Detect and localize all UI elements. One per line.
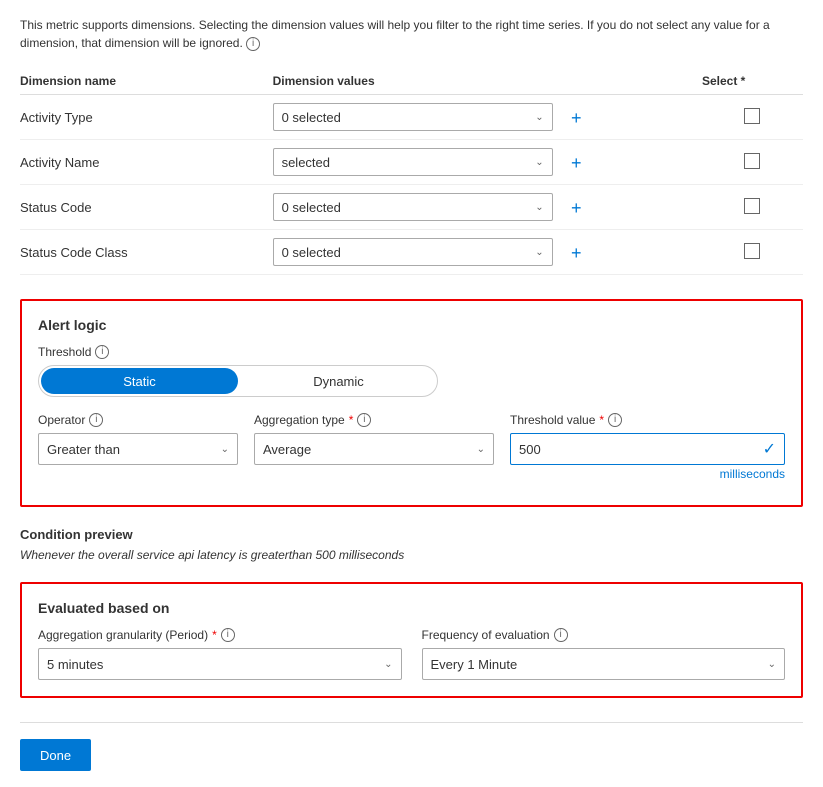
dim-add-btn-0[interactable]: + (564, 106, 588, 130)
dim-checkbox-2[interactable] (744, 198, 760, 214)
dim-dropdown-2[interactable]: 0 selected ⌄ (273, 193, 553, 221)
threshold-input-wrapper: ✓ (510, 433, 785, 465)
frequency-info-icon[interactable]: i (554, 628, 568, 642)
table-row: Status Code Class 0 selected ⌄ + (20, 230, 803, 275)
table-row: Activity Name selected ⌄ + (20, 140, 803, 185)
granularity-required: * (212, 628, 217, 642)
dim-name-0: Activity Type (20, 95, 273, 140)
threshold-required: * (599, 413, 604, 427)
evaluated-title: Evaluated based on (38, 600, 785, 616)
dim-values-2: 0 selected ⌄ + (273, 185, 702, 230)
condition-preview-section: Condition preview Whenever the overall s… (20, 527, 803, 562)
condition-preview-title: Condition preview (20, 527, 803, 542)
dim-checkbox-cell-0 (702, 95, 803, 140)
dim-add-btn-2[interactable]: + (564, 196, 588, 220)
dim-dropdown-1[interactable]: selected ⌄ (273, 148, 553, 176)
static-toggle[interactable]: Static (41, 368, 238, 394)
dim-chevron-icon-1: ⌄ (535, 157, 543, 168)
done-button[interactable]: Done (20, 739, 91, 771)
dim-add-btn-1[interactable]: + (564, 151, 588, 175)
dim-values-0: 0 selected ⌄ + (273, 95, 702, 140)
aggregation-granularity-group: Aggregation granularity (Period) * i 5 m… (38, 628, 402, 680)
threshold-value-group: Threshold value * i ✓ milliseconds (510, 413, 785, 481)
threshold-input[interactable] (519, 442, 763, 457)
threshold-label: Threshold i (38, 345, 785, 359)
dim-checkbox-cell-3 (702, 230, 803, 275)
frequency-group: Frequency of evaluation i Every 1 Minute… (422, 628, 786, 680)
dim-name-2: Status Code (20, 185, 273, 230)
threshold-toggle: Static Dynamic (38, 365, 438, 397)
dim-checkbox-1[interactable] (744, 153, 760, 169)
dim-dropdown-3[interactable]: 0 selected ⌄ (273, 238, 553, 266)
threshold-value-label: Threshold value * i (510, 413, 785, 427)
dim-values-3: 0 selected ⌄ + (273, 230, 702, 275)
alert-form-row: Operator i Greater than ⌄ Aggregation ty… (38, 413, 785, 481)
aggregation-required: * (349, 413, 354, 427)
evaluated-based-on-section: Evaluated based on Aggregation granulari… (20, 582, 803, 698)
alert-logic-title: Alert logic (38, 317, 785, 333)
operator-info-icon[interactable]: i (89, 413, 103, 427)
dim-checkbox-3[interactable] (744, 243, 760, 259)
col-header-name: Dimension name (20, 68, 273, 95)
aggregation-chevron-icon: ⌄ (477, 444, 485, 455)
granularity-chevron-icon: ⌄ (384, 659, 392, 670)
aggregation-group: Aggregation type * i Average ⌄ (254, 413, 494, 481)
frequency-select[interactable]: Every 1 Minute ⌄ (422, 648, 786, 680)
dim-values-1: selected ⌄ + (273, 140, 702, 185)
operator-select[interactable]: Greater than ⌄ (38, 433, 238, 465)
dim-checkbox-0[interactable] (744, 108, 760, 124)
table-row: Status Code 0 selected ⌄ + (20, 185, 803, 230)
granularity-select[interactable]: 5 minutes ⌄ (38, 648, 402, 680)
threshold-value-info-icon[interactable]: i (608, 413, 622, 427)
unit-text: milliseconds (510, 467, 785, 481)
threshold-info-icon[interactable]: i (95, 345, 109, 359)
aggregation-label: Aggregation type * i (254, 413, 494, 427)
alert-logic-section: Alert logic Threshold i Static Dynamic O… (20, 299, 803, 507)
info-banner: This metric supports dimensions. Selecti… (20, 16, 803, 52)
dimensions-table: Dimension name Dimension values Select *… (20, 68, 803, 275)
eval-row: Aggregation granularity (Period) * i 5 m… (38, 628, 785, 680)
dim-chevron-icon-3: ⌄ (535, 247, 543, 258)
dim-chevron-icon-2: ⌄ (535, 202, 543, 213)
dim-name-1: Activity Name (20, 140, 273, 185)
frequency-chevron-icon: ⌄ (768, 659, 776, 670)
aggregation-select[interactable]: Average ⌄ (254, 433, 494, 465)
frequency-label: Frequency of evaluation i (422, 628, 786, 642)
operator-group: Operator i Greater than ⌄ (38, 413, 238, 481)
condition-preview-text: Whenever the overall service api latency… (20, 548, 803, 562)
dim-name-3: Status Code Class (20, 230, 273, 275)
dim-checkbox-cell-1 (702, 140, 803, 185)
footer-divider (20, 722, 803, 723)
dim-checkbox-cell-2 (702, 185, 803, 230)
col-header-select: Select * (702, 68, 803, 95)
col-header-values: Dimension values (273, 68, 702, 95)
granularity-label: Aggregation granularity (Period) * i (38, 628, 402, 642)
dim-dropdown-0[interactable]: 0 selected ⌄ (273, 103, 553, 131)
check-icon: ✓ (763, 439, 776, 459)
dim-add-btn-3[interactable]: + (564, 241, 588, 265)
operator-label: Operator i (38, 413, 238, 427)
table-row: Activity Type 0 selected ⌄ + (20, 95, 803, 140)
info-icon[interactable]: i (246, 37, 260, 51)
dynamic-toggle[interactable]: Dynamic (240, 366, 437, 396)
operator-chevron-icon: ⌄ (221, 444, 229, 455)
dim-chevron-icon-0: ⌄ (535, 112, 543, 123)
granularity-info-icon[interactable]: i (221, 628, 235, 642)
aggregation-info-icon[interactable]: i (357, 413, 371, 427)
